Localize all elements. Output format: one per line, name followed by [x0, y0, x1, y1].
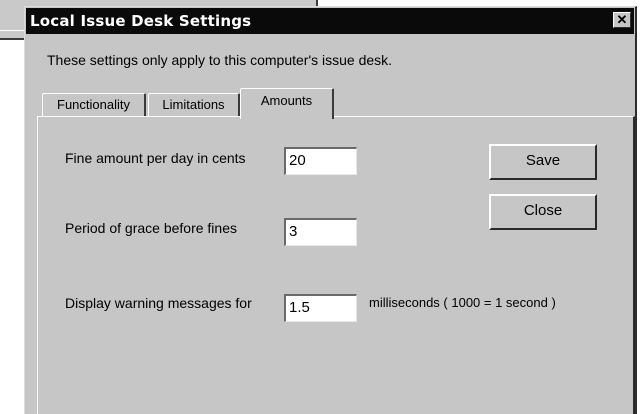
close-button[interactable]: Close	[489, 194, 597, 230]
settings-dialog: Local Issue Desk Settings ✕ These settin…	[24, 6, 637, 414]
grace-period-label: Period of grace before fines	[65, 220, 237, 236]
warning-duration-units: milliseconds ( 1000 = 1 second )	[369, 295, 556, 310]
tab-amounts[interactable]: Amounts	[240, 88, 334, 119]
title-bar[interactable]: Local Issue Desk Settings ✕	[26, 8, 634, 34]
close-window-button[interactable]: ✕	[613, 12, 631, 28]
save-button[interactable]: Save	[489, 144, 597, 180]
screen: Local Issue Desk Settings ✕ These settin…	[0, 0, 640, 414]
dialog-title: Local Issue Desk Settings	[30, 12, 252, 30]
warning-duration-field[interactable]: 1.5	[284, 294, 357, 322]
fine-amount-field[interactable]: 20	[284, 147, 357, 175]
info-text: These settings only apply to this comput…	[47, 52, 393, 68]
warning-duration-label: Display warning messages for	[65, 295, 252, 311]
tab-functionality[interactable]: Functionality	[42, 93, 146, 117]
fine-amount-label: Fine amount per day in cents	[65, 150, 246, 166]
amounts-tab-panel: Fine amount per day in cents 20 Period o…	[37, 116, 635, 414]
grace-period-field[interactable]: 3	[284, 218, 357, 246]
close-icon: ✕	[616, 12, 628, 27]
tab-limitations[interactable]: Limitations	[148, 93, 240, 117]
